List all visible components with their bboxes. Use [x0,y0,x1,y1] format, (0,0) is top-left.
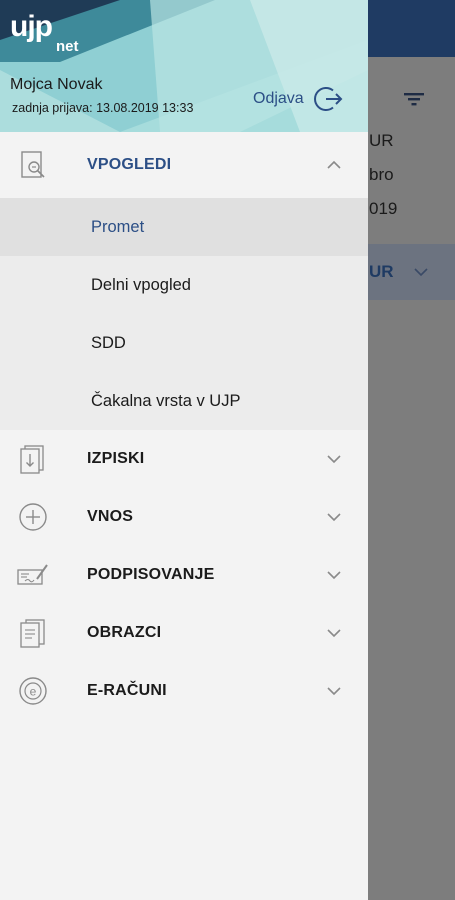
menu-label-izpiski: IZPISKI [87,450,145,467]
submenu-item-cakalna-vrsta[interactable]: Čakalna vrsta v UJP [0,372,368,430]
menu-item-izpiski[interactable]: IZPISKI [0,430,368,488]
submenu-label-sdd: SDD [91,333,126,352]
submenu-item-promet[interactable]: Promet [0,198,368,256]
forms-icon [20,619,45,648]
menu-label-podpisovanje: PODPISOVANJE [87,566,215,583]
background-text-1: UR [369,131,394,150]
menu-item-vpogledi[interactable]: VPOGLEDI [0,132,368,198]
logo-main-text: ujp [10,10,53,43]
menu-label-vpogledi: VPOGLEDI [87,156,172,173]
menu-item-vnos[interactable]: VNOS [0,488,368,546]
chevron-down-icon [327,629,341,638]
submenu-label-cakalna-vrsta: Čakalna vrsta v UJP [91,391,241,410]
statement-download-icon [20,445,44,474]
background-row-label: UR [369,262,394,281]
chevron-down-icon [327,513,341,522]
submenu-item-sdd[interactable]: SDD [0,314,368,372]
e-invoice-icon: e [19,677,47,705]
background-text-3: 019 [369,199,398,218]
submenu-label-delni-vpogled: Delni vpogled [91,275,191,294]
logout-icon [313,87,343,111]
menu-label-vnos: VNOS [87,508,134,525]
chevron-down-icon [327,571,341,580]
chevron-down-icon [414,268,428,277]
signature-icon [17,564,48,585]
background-topbar [368,0,455,57]
chevron-down-icon [327,687,341,696]
drawer-header: ujp net Mojca Novak zadnja prijava: 13.0… [0,0,368,132]
plus-circle-icon [19,503,47,531]
submenu-label-promet: Promet [91,217,145,236]
background-text-2: bro [369,165,394,184]
menu-item-e-racuni[interactable]: e E-RAČUNI [0,662,368,720]
logout-button[interactable]: Odjava [253,84,344,114]
filter-icon [402,89,426,109]
ujpnet-logo: ujp net [10,10,79,56]
last-login: zadnja prijava: 13.08.2019 13:33 [12,101,194,115]
user-name: Mojca Novak [10,76,103,93]
navigation-drawer: ujp net Mojca Novak zadnja prijava: 13.0… [0,0,368,900]
svg-text:e: e [30,685,37,699]
menu-label-obrazci: OBRAZCI [87,624,162,641]
menu-item-podpisovanje[interactable]: PODPISOVANJE [0,546,368,604]
chevron-down-icon [327,455,341,464]
submenu-item-delni-vpogled[interactable]: Delni vpogled [0,256,368,314]
logo-sub-text: net [56,38,79,55]
logout-label: Odjava [253,90,304,107]
search-document-icon [21,151,45,178]
vpogledi-submenu: Promet Delni vpogled SDD Čakalna vrsta v… [0,198,368,430]
chevron-up-icon [327,160,341,169]
menu-label-e-racuni: E-RAČUNI [87,682,167,699]
menu-item-obrazci[interactable]: OBRAZCI [0,604,368,662]
